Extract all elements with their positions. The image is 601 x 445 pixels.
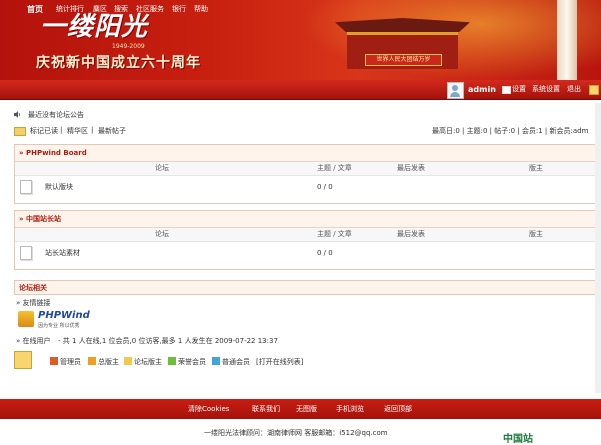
honor-member-icon: [168, 357, 176, 365]
legend-super-moderator: 总版主: [88, 357, 119, 367]
super-moderator-icon: [88, 357, 96, 365]
header-banner: 一缕阳光 1949-2009 庆祝新中国成立六十周年 世界人民大团结万岁: [0, 0, 601, 80]
online-users-label: » 在线用户: [16, 337, 51, 345]
col-moderator: 版主: [529, 164, 543, 172]
site-stats: 最高日:0 | 主题:0 | 帖子:0 | 会员:1 | 新会员:adm: [432, 127, 589, 135]
forum-counts: 0 / 0: [317, 249, 333, 257]
gate-sign: 世界人民大团结万岁: [365, 54, 442, 66]
phpwind-tagline: 因为专业 所以优秀: [38, 323, 80, 329]
forum-status-icon: [20, 246, 32, 260]
category-phpwind-board: » PHPwind Board 论坛 主题 / 文章 最后发表 版主 默认版块 …: [14, 144, 601, 204]
forum-row: 站长站素材 0 / 0: [15, 242, 601, 264]
footer-mobile[interactable]: 手机浏览: [336, 399, 364, 419]
corner-watermark-logo: 中国站: [503, 434, 533, 445]
mark-read-link[interactable]: 标记已读: [30, 126, 58, 136]
col-topics-posts: 主题 / 文章: [317, 230, 352, 238]
nav-stats[interactable]: 统计排行: [56, 0, 84, 19]
phpwind-logo-text: PHPWind: [38, 310, 90, 321]
legend-forum-moderator: 论坛版主: [124, 357, 162, 367]
footer-clear-cookies[interactable]: 清除Cookies: [188, 399, 229, 419]
open-online-list-link[interactable]: [打开在线列表]: [256, 357, 303, 367]
logo-years: 1949-2009: [112, 43, 145, 50]
username-link[interactable]: admin: [468, 80, 496, 99]
nav-help[interactable]: 帮助: [194, 0, 208, 19]
separator: |: [91, 126, 94, 134]
digest-link[interactable]: 精华区: [67, 126, 88, 136]
speaker-icon: [14, 111, 21, 118]
new-posts-link[interactable]: 最新帖子: [98, 126, 126, 136]
member-icon: [212, 357, 220, 365]
legend-label: 管理员: [60, 358, 81, 366]
anniversary-slogan: 庆祝新中国成立六十周年: [36, 55, 201, 71]
lock-icon: [589, 85, 599, 95]
legend-member: 普通会员: [212, 357, 250, 367]
separator: |: [60, 126, 63, 134]
nav-services[interactable]: 社区服务: [136, 0, 164, 19]
footer-copyright: 一缕阳光法律顾问：湖南律师网 客服邮箱：i512@qq.com: [204, 429, 388, 437]
legend-label: 荣誉会员: [178, 358, 206, 366]
legend-label: 总版主: [98, 358, 119, 366]
online-users-summary: - 共 1 人在线,1 位会员,0 位访客,最多 1 人发生在 2009-07-…: [58, 337, 278, 345]
legend-honor-member: 荣誉会员: [168, 357, 206, 367]
new-icon: [14, 127, 26, 136]
category-china-webmaster: » 中国站长站 论坛 主题 / 文章 最后发表 版主 站长站素材 0 / 0: [14, 210, 601, 270]
footer-back-to-top[interactable]: 返回顶部: [384, 399, 412, 419]
right-edge-strip: [595, 103, 601, 393]
col-last-post: 最后发表: [397, 164, 425, 172]
column-header: 论坛 主题 / 文章 最后发表 版主: [15, 162, 601, 176]
forum-related-title: 论坛相关: [14, 280, 601, 295]
footer-text-only[interactable]: 无图版: [296, 399, 317, 419]
col-forum: 论坛: [155, 230, 169, 238]
user-avatar[interactable]: [447, 82, 464, 99]
settings-link[interactable]: 设置: [512, 80, 526, 99]
col-last-post: 最后发表: [397, 230, 425, 238]
category-title[interactable]: » 中国站长站: [15, 211, 601, 228]
logout-link[interactable]: 退出: [567, 80, 581, 99]
legend-label: 论坛版主: [134, 358, 162, 366]
col-topics-posts: 主题 / 文章: [317, 164, 352, 172]
nav-circle[interactable]: 麋区: [93, 0, 107, 19]
forum-name[interactable]: 默认版块: [45, 176, 73, 198]
forum-moderator-icon: [124, 357, 132, 365]
online-users-icon: [14, 351, 32, 369]
forum-counts: 0 / 0: [317, 183, 333, 191]
col-forum: 论坛: [155, 164, 169, 172]
legend-label: 普通会员: [222, 358, 250, 366]
column-header: 论坛 主题 / 文章 最后发表 版主: [15, 228, 601, 242]
footer-contact[interactable]: 联系我们: [252, 399, 280, 419]
tiananmen-illustration: 世界人民大团结万岁: [335, 18, 470, 74]
forum-status-icon: [20, 180, 32, 194]
mail-icon[interactable]: [502, 86, 511, 94]
huabiao-pillar: [557, 0, 577, 80]
system-settings-link[interactable]: 系统设置: [532, 80, 560, 99]
nav-home[interactable]: 首页: [27, 0, 43, 19]
friend-links-label: » 友情链接: [16, 299, 51, 307]
phpwind-icon: [18, 311, 34, 327]
category-title[interactable]: » PHPwind Board: [15, 145, 601, 162]
forum-notice: 最近没有论坛公告: [28, 111, 84, 119]
col-moderator: 版主: [529, 230, 543, 238]
legend-admin: 管理员: [50, 357, 81, 367]
forum-row: 默认版块 0 / 0: [15, 176, 601, 198]
nav-search[interactable]: 搜索: [114, 0, 128, 19]
admin-icon: [50, 357, 58, 365]
forum-name[interactable]: 站长站素材: [45, 242, 80, 264]
nav-bank[interactable]: 银行: [172, 0, 186, 19]
phpwind-link-logo[interactable]: PHPWind 因为专业 所以优秀: [18, 310, 100, 329]
